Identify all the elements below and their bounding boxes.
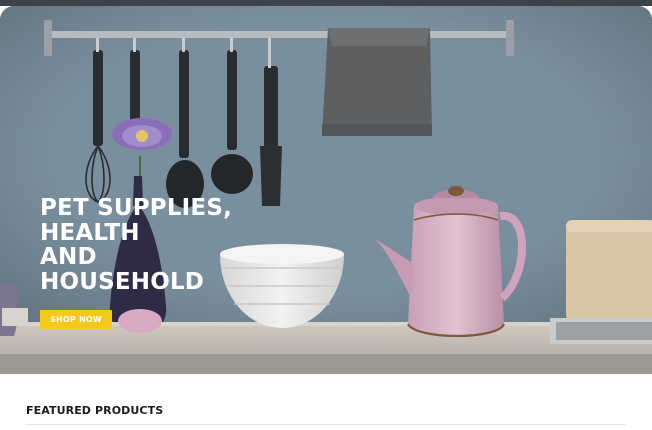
hero-title: PET SUPPLIES, HEALTH AND HOUSEHOLD: [40, 196, 270, 294]
hero-title-line: HOUSEHOLD: [40, 268, 205, 295]
hero-text-block: PET SUPPLIES, HEALTH AND HOUSEHOLD: [40, 196, 270, 294]
hero-banner: PET SUPPLIES, HEALTH AND HOUSEHOLD SHOP …: [0, 6, 652, 374]
hero-title-line: AND: [40, 244, 97, 270]
hero-title-line: HEALTH: [40, 219, 140, 246]
featured-products-heading: FEATURED PRODUCTS: [26, 404, 164, 417]
shop-now-button[interactable]: SHOP NOW: [40, 310, 112, 329]
section-divider: [26, 424, 626, 425]
hero-title-line: PET SUPPLIES,: [40, 195, 233, 221]
